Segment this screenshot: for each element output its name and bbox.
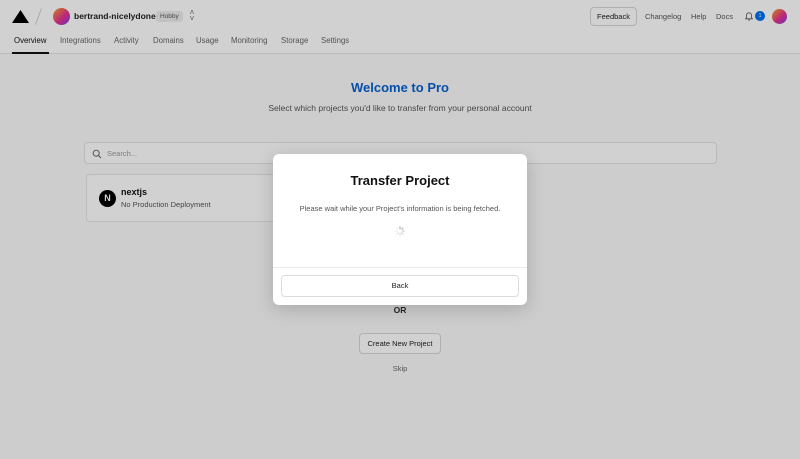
back-button[interactable]: Back bbox=[281, 275, 519, 297]
modal-title: Transfer Project bbox=[350, 173, 450, 188]
transfer-project-modal: Transfer Project Please wait while your … bbox=[273, 154, 527, 305]
loading-spinner-icon bbox=[395, 226, 405, 236]
modal-message: Please wait while your Project's informa… bbox=[299, 204, 501, 213]
modal-divider bbox=[273, 267, 527, 268]
